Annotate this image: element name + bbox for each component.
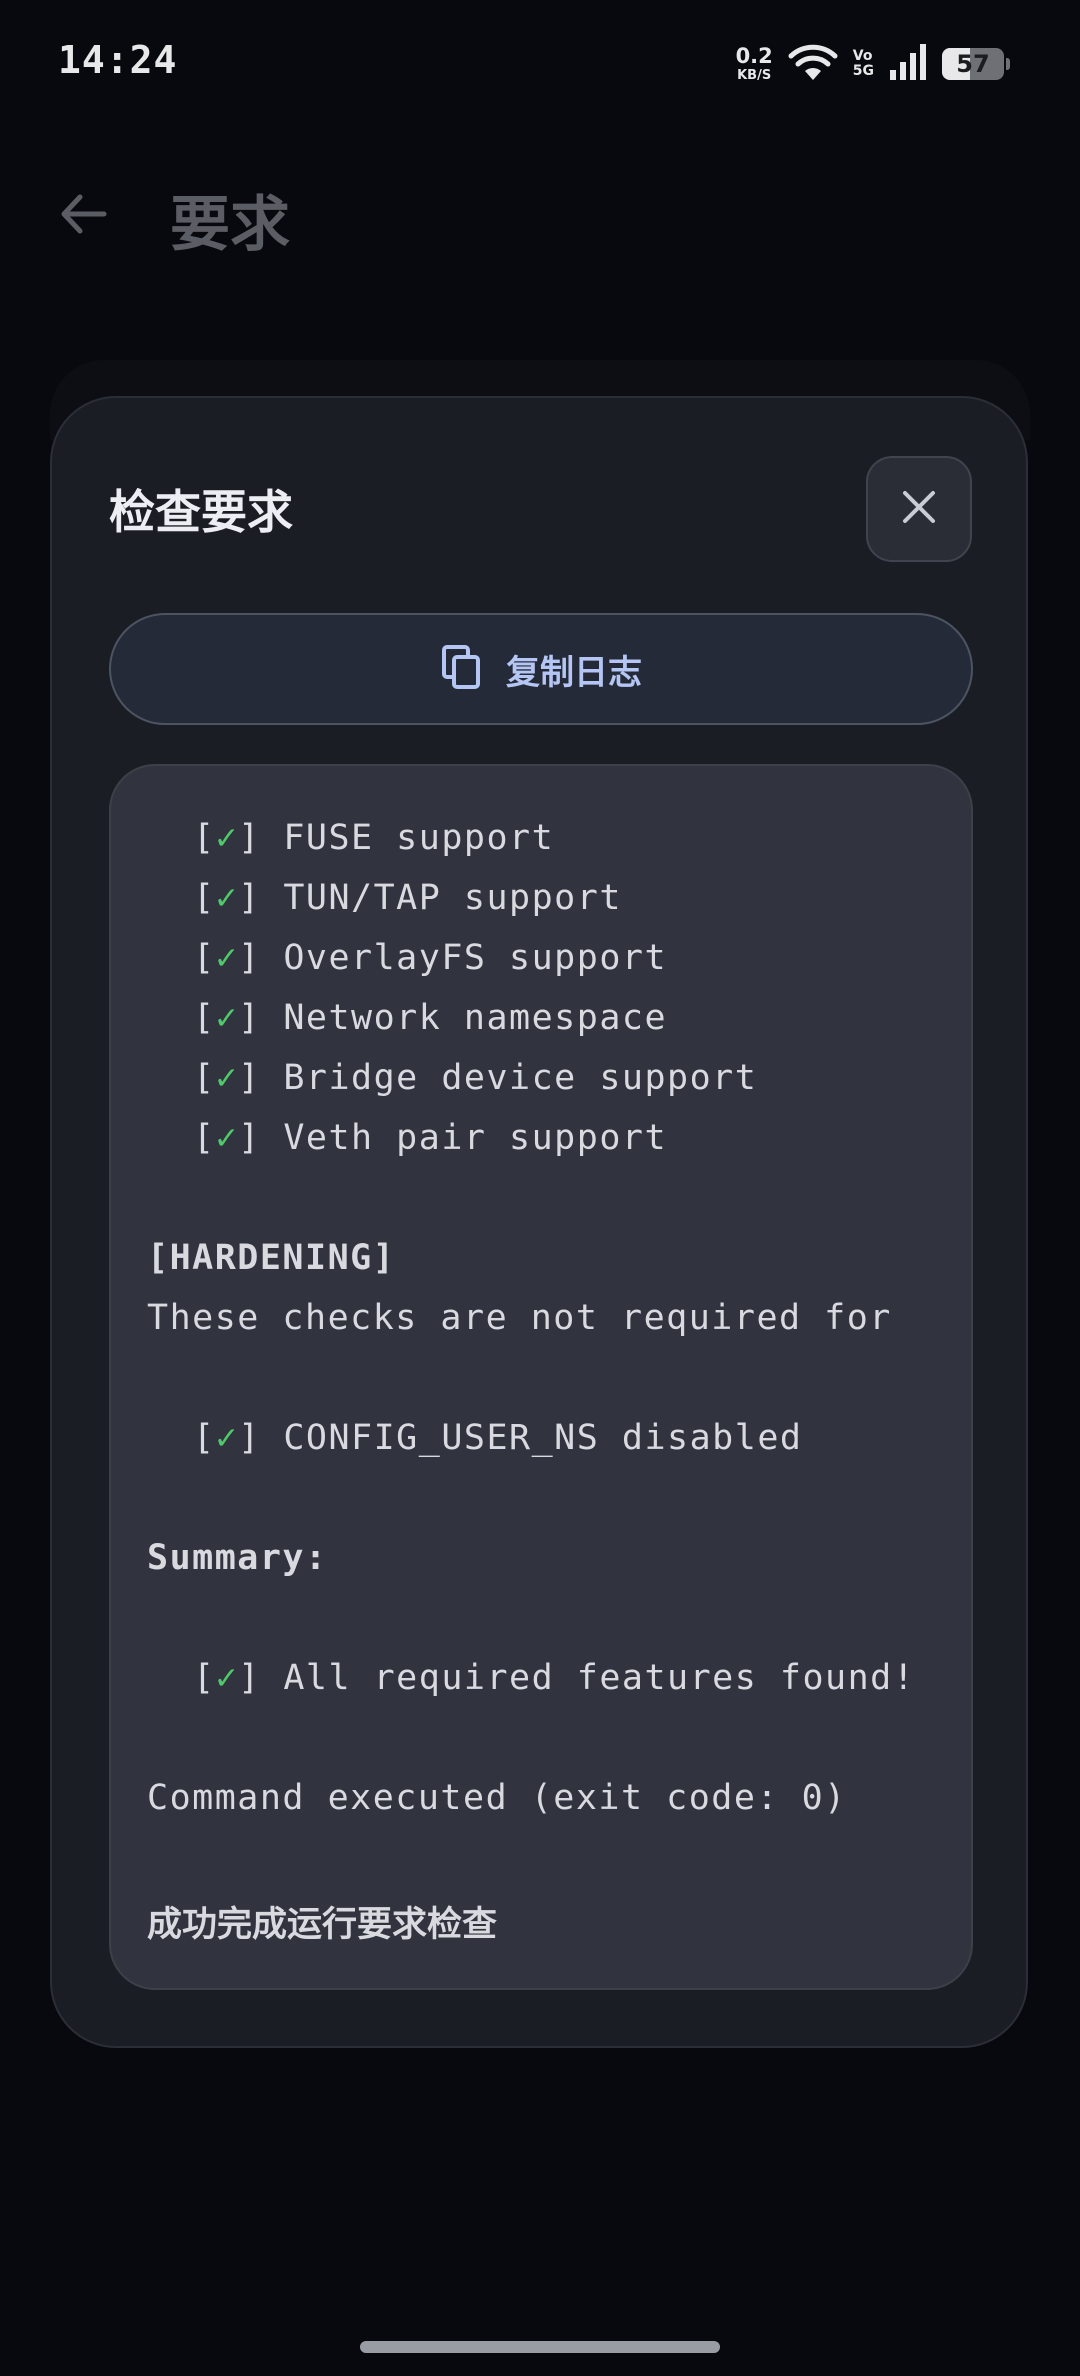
volte-bottom: 5G bbox=[852, 63, 874, 79]
dialog-title: 检查要求 bbox=[109, 485, 293, 539]
log-summary-header: Summary: bbox=[147, 1538, 328, 1578]
screen: 14:24 0.2 KB/S Vo 5G 57 要求 检查要求 复制日志 [✓]… bbox=[0, 0, 1080, 2376]
copy-icon bbox=[440, 643, 484, 695]
battery-tip bbox=[1006, 58, 1010, 70]
log-hardening-header: [HARDENING] bbox=[147, 1238, 396, 1278]
log-check-line: [✓] FUSE support bbox=[193, 818, 555, 858]
log-check-text: All required features found! bbox=[283, 1658, 916, 1698]
log-check-text: OverlayFS support bbox=[283, 938, 668, 978]
log-hardening-note: These checks are not required for bbox=[147, 1298, 892, 1338]
log-check-text: Veth pair support bbox=[283, 1118, 668, 1158]
status-time: 14:24 bbox=[58, 38, 178, 82]
log-check-line: [✓] Bridge device support bbox=[193, 1058, 758, 1098]
log-completion-message: 成功完成运行要求检查 bbox=[147, 1905, 498, 1945]
log-check-line: [✓] Veth pair support bbox=[193, 1118, 668, 1158]
battery-level: 57 bbox=[956, 50, 990, 78]
status-icons: 0.2 KB/S Vo 5G 57 bbox=[736, 42, 1010, 86]
volte-top: Vo bbox=[852, 47, 873, 64]
close-button[interactable] bbox=[866, 456, 972, 562]
log-check-text: Bridge device support bbox=[283, 1058, 758, 1098]
check-mark-icon: ✓ bbox=[215, 998, 239, 1038]
check-mark-icon: ✓ bbox=[215, 938, 239, 978]
copy-log-label: 复制日志 bbox=[506, 652, 642, 693]
check-mark-icon: ✓ bbox=[215, 878, 239, 918]
close-icon bbox=[899, 487, 939, 531]
log-check-text: CONFIG_USER_NS disabled bbox=[283, 1418, 803, 1458]
network-speed-unit: KB/S bbox=[737, 68, 772, 83]
log-check-line: [✓] All required features found! bbox=[193, 1658, 916, 1698]
log-command-result: Command executed (exit code: 0) bbox=[147, 1778, 847, 1818]
page-title: 要求 bbox=[170, 190, 290, 260]
check-mark-icon: ✓ bbox=[215, 1658, 239, 1698]
check-mark-icon: ✓ bbox=[215, 1418, 239, 1458]
log-check-text: FUSE support bbox=[283, 818, 555, 858]
check-mark-icon: ✓ bbox=[215, 1058, 239, 1098]
status-bar: 14:24 0.2 KB/S Vo 5G 57 bbox=[0, 0, 1080, 130]
check-mark-icon: ✓ bbox=[215, 1118, 239, 1158]
log-output[interactable]: [✓] FUSE support [✓] TUN/TAP support [✓]… bbox=[109, 764, 973, 1990]
home-indicator[interactable] bbox=[360, 2341, 720, 2353]
log-check-line: [✓] TUN/TAP support bbox=[193, 878, 622, 918]
network-speed-value: 0.2 bbox=[735, 44, 773, 68]
check-mark-icon: ✓ bbox=[215, 818, 239, 858]
battery-icon: 57 bbox=[942, 48, 1004, 80]
log-check-line: [✓] OverlayFS support bbox=[193, 938, 668, 978]
volte-indicator: Vo 5G bbox=[852, 47, 874, 80]
log-check-text: TUN/TAP support bbox=[283, 878, 622, 918]
copy-log-button[interactable]: 复制日志 bbox=[109, 613, 973, 725]
app-bar: 要求 bbox=[0, 150, 1080, 280]
wifi-icon bbox=[787, 40, 839, 88]
signal-icon bbox=[888, 42, 928, 86]
log-check-line: [✓] Network namespace bbox=[193, 998, 668, 1038]
log-check-line: [✓] CONFIG_USER_NS disabled bbox=[193, 1418, 803, 1458]
network-speed: 0.2 KB/S bbox=[735, 44, 773, 83]
requirements-dialog: 检查要求 复制日志 [✓] FUSE support [✓] TUN/TAP s… bbox=[50, 396, 1028, 2048]
arrow-left-icon[interactable] bbox=[54, 184, 114, 244]
log-check-text: Network namespace bbox=[283, 998, 668, 1038]
